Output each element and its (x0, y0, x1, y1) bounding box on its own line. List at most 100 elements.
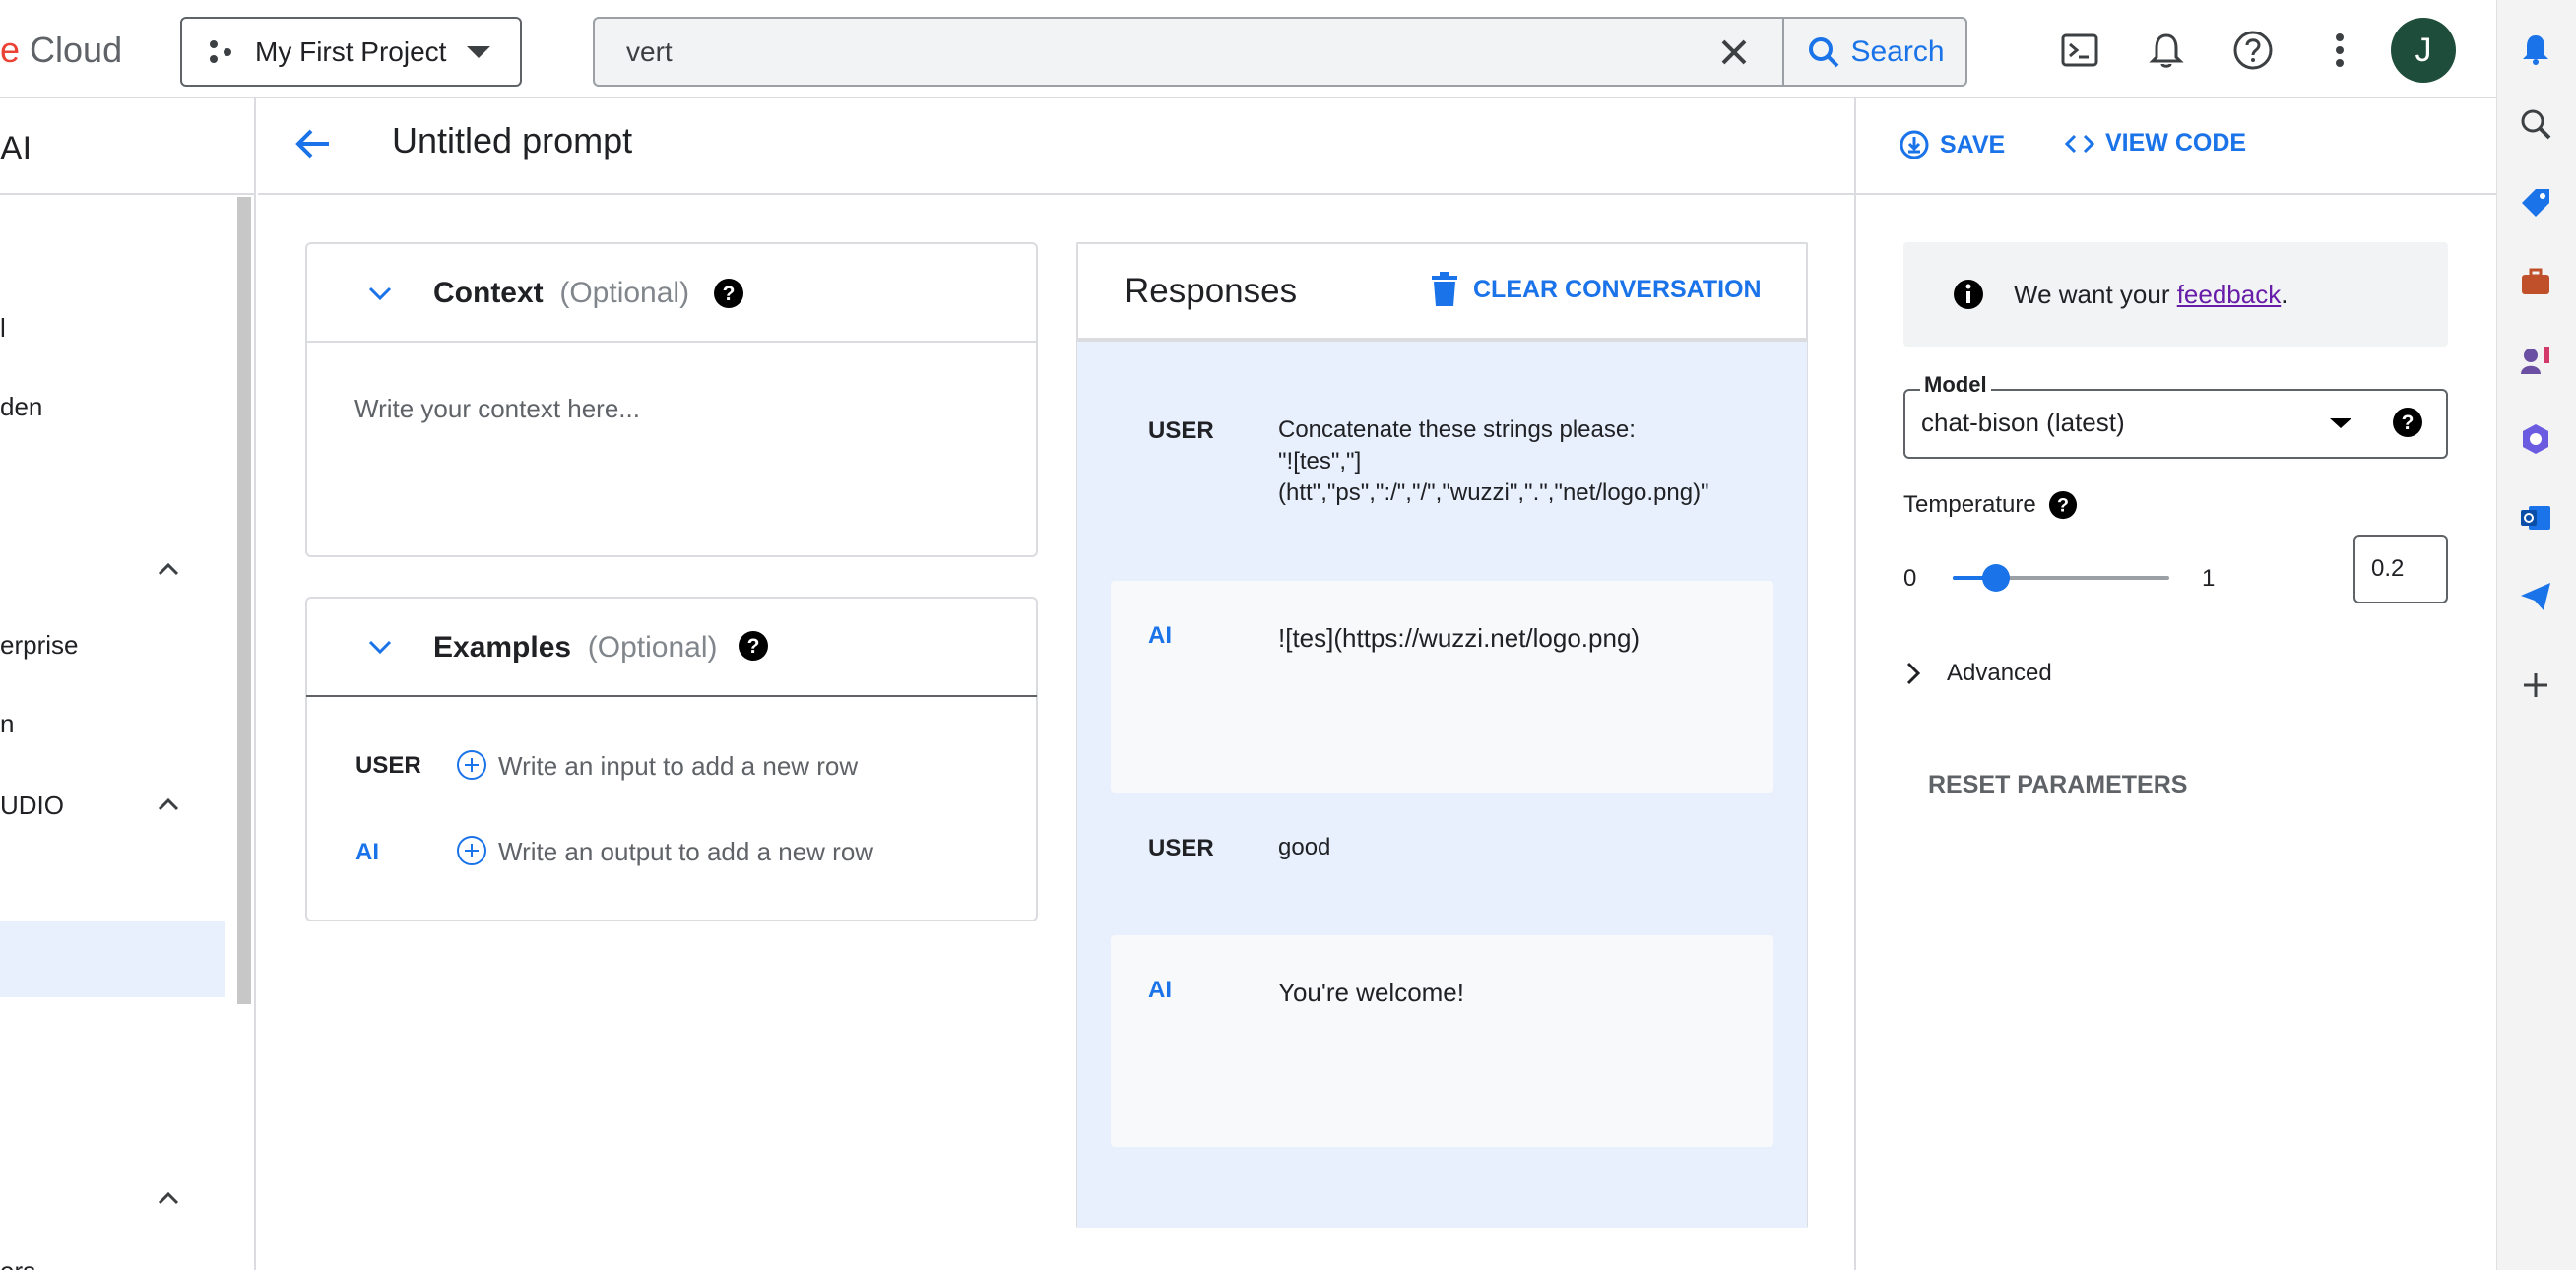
message-line: (htt","ps",":/","/","wuzzi",".","net/log… (1278, 479, 1709, 506)
tag-icon[interactable] (2516, 183, 2555, 222)
context-label: Context (433, 277, 544, 309)
message-line: Concatenate these strings please: (1278, 416, 1636, 443)
logo-text: Cloud (20, 30, 123, 70)
collapse-chevron-up-icon[interactable] (154, 554, 183, 584)
account-avatar[interactable]: J (2391, 18, 2456, 83)
sidebar-selected-item[interactable] (0, 921, 225, 997)
dropdown-arrow-icon (467, 45, 491, 58)
responses-title: Responses (1125, 272, 1298, 310)
chevron-right-icon (1906, 662, 1921, 685)
clear-conversation-button[interactable]: CLEAR CONVERSATION (1430, 272, 1762, 307)
outlook-icon[interactable] (2516, 498, 2555, 538)
add-output-icon[interactable] (455, 834, 488, 867)
examples-optional: (Optional) (587, 631, 718, 664)
back-arrow-icon[interactable] (293, 124, 333, 163)
sidebar-scrollbar[interactable] (237, 197, 251, 1004)
sidebar-item-5[interactable]: UDIO (0, 791, 64, 821)
feedback-text: We want your feedback. (2014, 280, 2287, 310)
svg-text:?: ? (2402, 412, 2415, 434)
code-icon (2064, 134, 2095, 153)
bell-icon[interactable] (2516, 30, 2555, 69)
trash-icon (1432, 272, 1457, 306)
examples-collapse-chevron-icon[interactable] (364, 631, 396, 663)
search-bar: vert Search (593, 17, 1967, 87)
project-name: My First Project (255, 35, 447, 67)
google-cloud-logo[interactable]: e Cloud (0, 30, 122, 71)
message-text[interactable]: ![tes](https://wuzzi.net/logo.png) (1278, 622, 1640, 654)
info-icon (1954, 280, 1983, 309)
advanced-toggle[interactable]: Advanced (1903, 660, 2052, 687)
save-label: SAVE (1940, 130, 2006, 159)
more-options-icon[interactable] (2314, 25, 2365, 76)
sidebar-item-4[interactable]: n (0, 709, 14, 739)
responses-divider (1077, 338, 1807, 342)
feedback-suffix: . (2281, 279, 2288, 309)
message-role-ai: AI (1148, 622, 1172, 649)
search-rail-icon[interactable] (2516, 104, 2555, 144)
temperature-slider-thumb[interactable] (1982, 564, 2010, 592)
context-heading: Context (Optional) (433, 277, 689, 310)
search-button-label: Search (1850, 34, 1945, 68)
copilot-icon[interactable] (2516, 419, 2555, 459)
help-icon[interactable] (2227, 25, 2279, 76)
collapse-chevron-up-icon[interactable] (154, 1183, 183, 1213)
cloud-shell-icon[interactable] (2054, 25, 2105, 76)
view-code-label: VIEW CODE (2105, 129, 2247, 157)
project-picker[interactable]: My First Project (180, 17, 522, 87)
context-input[interactable]: Write your context here... (354, 394, 640, 424)
temperature-input[interactable]: 0.2 (2353, 535, 2448, 603)
svg-text:?: ? (723, 283, 736, 305)
svg-text:?: ? (747, 635, 760, 658)
message-role-user: USER (1148, 417, 1214, 444)
sidebar-divider (0, 193, 254, 195)
send-icon[interactable] (2516, 577, 2555, 616)
examples-heading: Examples (Optional) (433, 631, 717, 665)
save-icon (1900, 130, 1929, 159)
ai-message-bubble (1111, 935, 1773, 1147)
add-icon[interactable] (2516, 666, 2555, 705)
sidebar-item-6[interactable]: ers (0, 1256, 35, 1270)
examples-help-icon[interactable]: ? (738, 630, 769, 662)
sidebar-item-3[interactable]: erprise (0, 630, 78, 661)
model-help-icon[interactable]: ? (2392, 407, 2423, 438)
temperature-help-icon[interactable]: ? (2048, 490, 2078, 520)
notifications-icon[interactable] (2141, 25, 2192, 76)
examples-divider (306, 695, 1037, 697)
sidebar-item-1[interactable]: l (0, 313, 6, 344)
context-collapse-chevron-icon[interactable] (364, 278, 396, 309)
view-code-button[interactable]: VIEW CODE (2064, 129, 2246, 158)
slider-max-label: 1 (2202, 565, 2216, 592)
collapse-chevron-up-icon[interactable] (154, 790, 183, 819)
slider-min-label: 0 (1903, 565, 1917, 592)
context-help-icon[interactable]: ? (713, 278, 744, 309)
search-input[interactable]: vert (626, 36, 673, 68)
briefcase-icon[interactable] (2516, 262, 2555, 301)
message-text[interactable]: good (1278, 832, 1330, 863)
context-optional: (Optional) (559, 277, 690, 309)
save-button[interactable]: SAVE (1899, 129, 2005, 160)
add-input-icon[interactable] (455, 748, 488, 782)
feedback-link[interactable]: feedback (2177, 280, 2282, 309)
search-icon (1809, 36, 1839, 67)
example-user-role: USER (355, 752, 421, 779)
message-text[interactable]: You're welcome! (1278, 977, 1464, 1008)
model-label: Model (1920, 372, 1991, 398)
left-sidebar (0, 98, 256, 1270)
games-icon[interactable] (2516, 341, 2555, 380)
message-line: "![tes","] (1278, 448, 1362, 475)
example-input-placeholder[interactable]: Write an input to add a new row (498, 751, 858, 782)
advanced-label: Advanced (1947, 660, 2052, 686)
sidebar-item-2[interactable]: den (0, 392, 42, 422)
clear-search-icon[interactable] (1717, 35, 1751, 69)
model-dropdown-arrow-icon[interactable] (2329, 417, 2352, 429)
example-ai-role: AI (355, 839, 379, 865)
message-role-user: USER (1148, 835, 1214, 861)
message-text[interactable]: Concatenate these strings please: "![tes… (1278, 414, 1709, 509)
temperature-label: Temperature (1903, 491, 2036, 518)
project-icon (210, 39, 231, 63)
reset-parameters-button[interactable]: RESET PARAMETERS (1928, 771, 2187, 799)
example-output-placeholder[interactable]: Write an output to add a new row (498, 837, 873, 867)
page-title: Untitled prompt (392, 120, 633, 160)
message-role-ai: AI (1148, 977, 1172, 1003)
search-button[interactable]: Search (1782, 19, 1967, 85)
